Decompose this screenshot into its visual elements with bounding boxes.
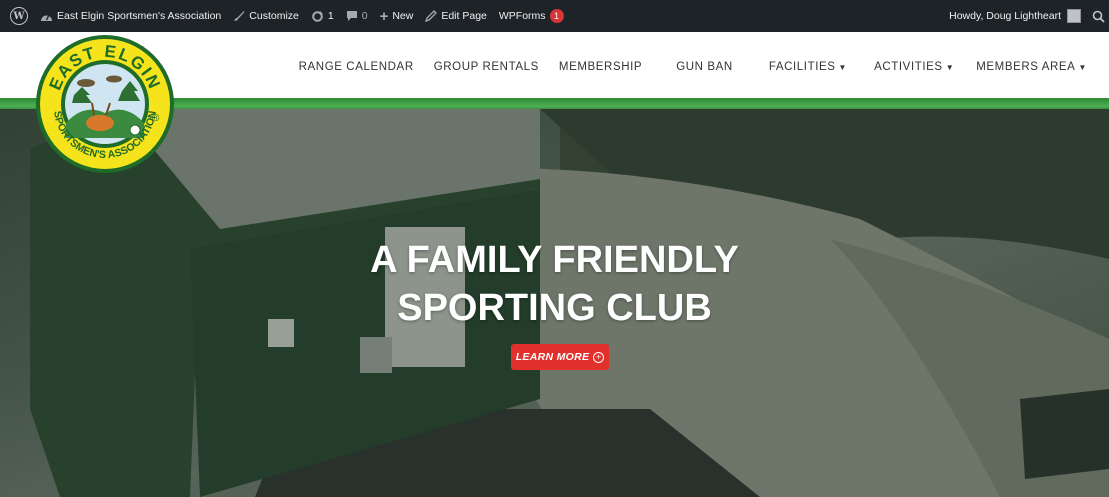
avatar: [1067, 9, 1081, 23]
edit-page-label: Edit Page: [441, 10, 487, 22]
learn-more-button[interactable]: LEARN MORE +: [511, 344, 609, 370]
howdy-label: Howdy, Doug Lightheart: [949, 10, 1061, 22]
hero-title-line-1: A FAMILY FRIENDLY: [370, 239, 739, 281]
hero-title: A FAMILY FRIENDLY SPORTING CLUB: [0, 237, 1109, 332]
wordpress-icon: W: [10, 7, 28, 25]
nav-label: MEMBERS AREA: [976, 61, 1076, 73]
nav-label: RANGE CALENDAR: [298, 61, 414, 73]
search-icon: [1092, 10, 1105, 23]
my-account-menu[interactable]: Howdy, Doug Lightheart: [943, 0, 1087, 32]
nav-item-range-calendar[interactable]: RANGE CALENDAR: [299, 61, 414, 73]
wpforms-label: WPForms: [498, 10, 546, 22]
caret-down-icon: ▼: [1078, 62, 1087, 72]
wpforms-menu[interactable]: WPForms 1: [493, 0, 570, 32]
customize-menu[interactable]: Customize: [227, 0, 305, 32]
site-name-menu[interactable]: East Elgin Sportsmen's Association: [34, 0, 227, 32]
dashboard-icon: [40, 11, 53, 22]
pencil-icon: [425, 10, 438, 22]
site-name-label: East Elgin Sportsmen's Association: [57, 10, 222, 22]
nav-label: ACTIVITIES: [874, 61, 943, 73]
comment-icon: [346, 10, 358, 22]
comments-menu[interactable]: 0: [340, 0, 374, 32]
nav-label: MEMBERSHIP: [558, 61, 643, 73]
new-content-menu[interactable]: + New: [374, 0, 420, 32]
nav-item-group-rentals[interactable]: GROUP RENTALS: [434, 61, 539, 73]
nav-item-activities[interactable]: ACTIVITIES ▼: [874, 61, 954, 73]
wp-admin-bar: W East Elgin Sportsmen's Association Cus…: [0, 0, 1109, 32]
customize-label: Customize: [249, 10, 299, 22]
plus-icon: +: [379, 7, 389, 25]
new-label: New: [392, 10, 414, 22]
updates-count: 1: [327, 10, 334, 22]
registered-mark: ®: [152, 113, 160, 124]
hero-title-line-2: SPORTING CLUB: [397, 286, 712, 329]
edit-page-menu[interactable]: Edit Page: [419, 0, 493, 32]
updates-icon: [311, 10, 324, 23]
brush-icon: [233, 10, 245, 22]
nav-label: GROUP RENTALS: [433, 61, 539, 73]
nav-item-gun-ban[interactable]: GUN BAN: [676, 61, 733, 73]
caret-down-icon: ▼: [838, 62, 848, 72]
main-navigation: RANGE CALENDAR GROUP RENTALS MEMBERSHIP …: [279, 32, 1087, 102]
wp-logo-menu[interactable]: W: [4, 0, 34, 32]
wpforms-notification-badge: 1: [549, 9, 564, 23]
nav-label: FACILITIES: [768, 61, 836, 73]
comments-count: 0: [361, 10, 368, 22]
updates-menu[interactable]: 1: [305, 0, 340, 32]
learn-more-label: LEARN MORE: [515, 351, 590, 363]
nav-item-members-area[interactable]: MEMBERS AREA ▼: [976, 61, 1087, 73]
plus-circle-icon: +: [593, 351, 605, 363]
caret-down-icon: ▼: [945, 62, 955, 72]
nav-label: GUN BAN: [676, 61, 733, 73]
nav-item-membership[interactable]: MEMBERSHIP: [559, 61, 642, 73]
site-logo[interactable]: EAST ELGIN SPORTSMEN'S ASSOCIATION ®: [34, 33, 176, 175]
nav-item-facilities[interactable]: FACILITIES ▼: [769, 61, 847, 73]
admin-search-button[interactable]: [1087, 10, 1109, 23]
